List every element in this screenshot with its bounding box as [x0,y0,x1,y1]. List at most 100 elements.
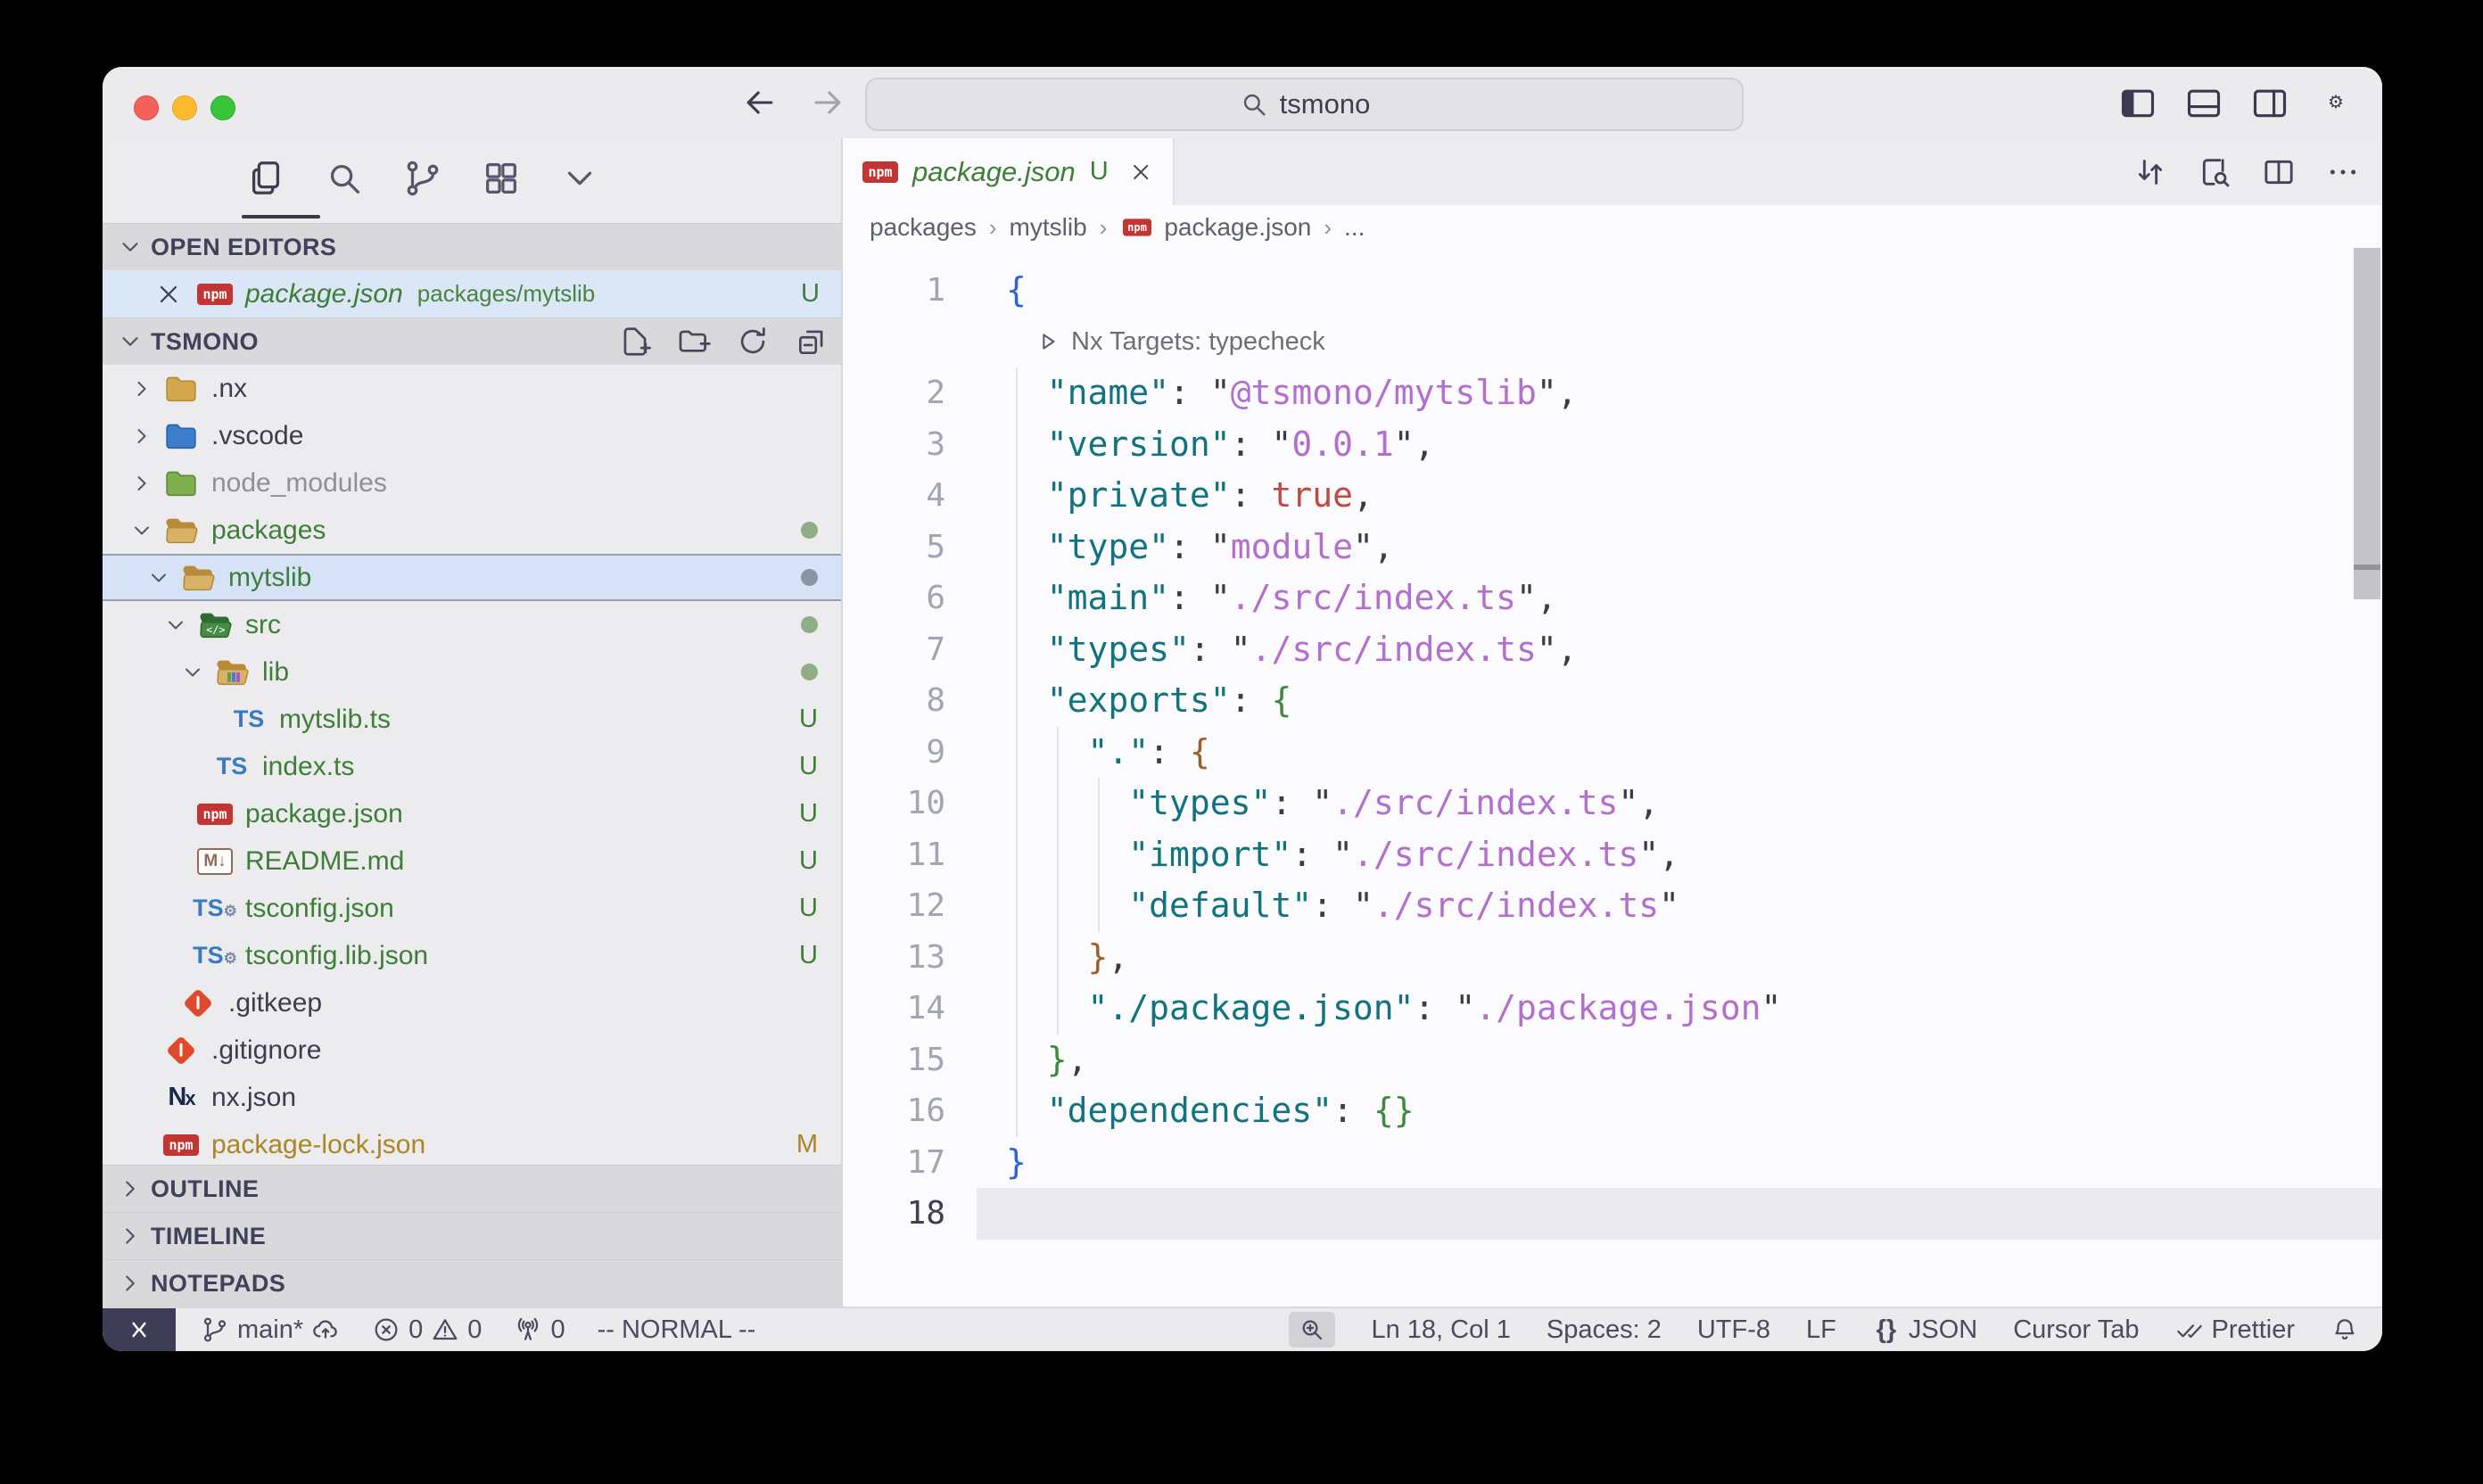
tree-item-label: package.json [245,799,403,829]
tree-item-.nx[interactable]: .nx [103,365,841,412]
toggle-secondary-sidebar-icon[interactable] [2250,83,2289,122]
tree-item-.gitkeep[interactable]: .gitkeep [103,979,841,1026]
more-actions-icon[interactable] [2325,154,2361,190]
split-editor-icon[interactable] [2261,154,2297,190]
search-icon [1239,89,1269,120]
file-tree: .nx.vscodenode_modulespackagesmytslib</>… [103,365,841,1168]
settings-gear-icon[interactable]: ⚙ [2316,83,2355,122]
line-number: 7 [843,624,977,676]
status-vim-mode[interactable]: -- NORMAL -- [598,1315,756,1345]
git-dot-badge [801,522,818,539]
status-cursor-tab[interactable]: Cursor Tab [2013,1315,2139,1345]
breadcrumb-item[interactable]: npm package.json [1119,213,1311,242]
search-view-icon[interactable] [324,158,365,199]
status-notifications[interactable] [2330,1315,2359,1344]
tree-item-nx.json[interactable]: Nxnx.json [103,1074,841,1121]
open-editor-item[interactable]: npm package.json packages/mytslib U [103,270,841,317]
code-line-2: 2 "name": "@tsmono/mytslib", [843,367,2382,419]
timeline-section[interactable]: TIMELINE [103,1212,841,1259]
tower-icon [514,1315,542,1344]
code-editor[interactable]: 1{Nx Targets: typecheck2 "name": "@tsmon… [843,250,2382,1307]
status-cursor-position[interactable]: Ln 18, Col 1 [1371,1315,1510,1345]
new-file-icon[interactable] [618,325,652,359]
explorer-icon[interactable] [245,158,286,199]
codelens-row: Nx Targets: typecheck [843,317,2382,368]
md-icon: M↓ [197,845,233,878]
project-section-header[interactable]: TSMONO [103,317,841,365]
ts-icon: TS [214,751,250,783]
git-status-badge: U [801,279,820,309]
collapse-folders-icon[interactable] [795,325,829,359]
tree-item-tsconfig.lib.json[interactable]: TS⚙tsconfig.lib.jsonU [103,932,841,979]
tree-item-packages[interactable]: packages [103,507,841,554]
status-text: Prettier [2212,1315,2295,1345]
git-status-badge: U [799,705,818,734]
tree-item-tsconfig.json[interactable]: TS⚙tsconfig.jsonU [103,885,841,932]
tree-item-.vscode[interactable]: .vscode [103,412,841,459]
open-editors-header[interactable]: OPEN EDITORS [103,223,841,270]
tree-item-package-lock.json[interactable]: npmpackage-lock.jsonM [103,1121,841,1168]
status-formatter[interactable]: Prettier [2175,1315,2295,1345]
remote-indicator[interactable] [103,1308,176,1351]
code-line-16: 16 "dependencies": {} [843,1085,2382,1137]
source-control-icon[interactable] [402,158,443,199]
breadcrumb-item[interactable]: mytslib [1010,213,1087,242]
extensions-icon[interactable] [481,158,522,199]
line-number: 14 [843,983,977,1035]
close-tab-icon[interactable] [1128,159,1153,186]
status-indentation[interactable]: Spaces: 2 [1547,1315,1662,1345]
editor-scrollbar[interactable] [2354,248,2380,599]
tree-item-node_modules[interactable]: node_modules [103,459,841,507]
tree-item-index.ts[interactable]: TSindex.tsU [103,743,841,790]
folder-node-icon [163,467,199,499]
back-button[interactable] [740,83,780,122]
tree-item-label: package-lock.json [211,1130,425,1160]
refresh-explorer-icon[interactable] [736,325,770,359]
status-language-mode[interactable]: {}JSON [1872,1315,1977,1345]
status-zoom-indicator[interactable] [1289,1312,1335,1348]
status-encoding[interactable]: UTF-8 [1697,1315,1770,1345]
more-views-chevron-icon[interactable] [559,158,600,199]
close-window-button[interactable] [134,95,159,120]
status-git-branch[interactable]: main* [201,1315,340,1345]
toggle-primary-sidebar-icon[interactable] [2118,83,2157,122]
tree-item-.gitignore[interactable]: .gitignore [103,1026,841,1074]
open-preview-icon[interactable] [2197,154,2232,190]
command-center-search[interactable]: tsmono [865,78,1744,131]
status-text: 0 [550,1315,565,1345]
tree-item-README.md[interactable]: M↓README.mdU [103,837,841,885]
tree-item-mytslib[interactable]: mytslib [103,554,841,601]
git-status-badge: U [799,941,818,970]
code-line-10: 10 "types": "./src/index.ts", [843,778,2382,829]
git-status-badge: U [799,894,818,923]
tree-item-mytslib.ts[interactable]: TSmytslib.tsU [103,696,841,743]
tree-item-label: lib [262,657,289,688]
code-line-3: 3 "version": "0.0.1", [843,419,2382,471]
breadcrumb-item[interactable]: ... [1344,213,1365,242]
status-text: Spaces: 2 [1547,1315,1662,1345]
notepads-section[interactable]: NOTEPADS [103,1259,841,1307]
toggle-panel-icon[interactable] [2184,83,2223,122]
breadcrumb-separator: › [1100,214,1108,242]
status-problems[interactable]: 00 [372,1315,482,1345]
tab-title: package.json [912,156,1076,188]
tree-item-src[interactable]: </>src [103,601,841,648]
maximize-window-button[interactable] [210,95,235,120]
tab-package-json[interactable]: npm package.json U [843,138,1175,205]
forward-button[interactable] [808,83,847,122]
tree-item-package.json[interactable]: npmpackage.jsonU [103,790,841,837]
open-changes-icon[interactable] [2132,154,2168,190]
codelens-nx-targets[interactable]: Nx Targets: typecheck [977,327,1325,357]
breadcrumb-item[interactable]: packages [870,213,977,242]
editor-area: npm package.json U packages›mytslib›npm … [843,138,2382,1307]
tree-item-lib[interactable]: lib [103,648,841,696]
tree-item-label: nx.json [211,1083,296,1113]
close-editor-icon[interactable] [154,280,183,309]
status-eol[interactable]: LF [1806,1315,1836,1345]
status-ports[interactable]: 0 [514,1315,565,1345]
chevron-right-icon [129,470,163,497]
open-editor-path: packages/mytslib [417,280,595,308]
minimize-window-button[interactable] [172,95,197,120]
outline-section[interactable]: OUTLINE [103,1165,841,1212]
new-folder-icon[interactable] [677,325,711,359]
